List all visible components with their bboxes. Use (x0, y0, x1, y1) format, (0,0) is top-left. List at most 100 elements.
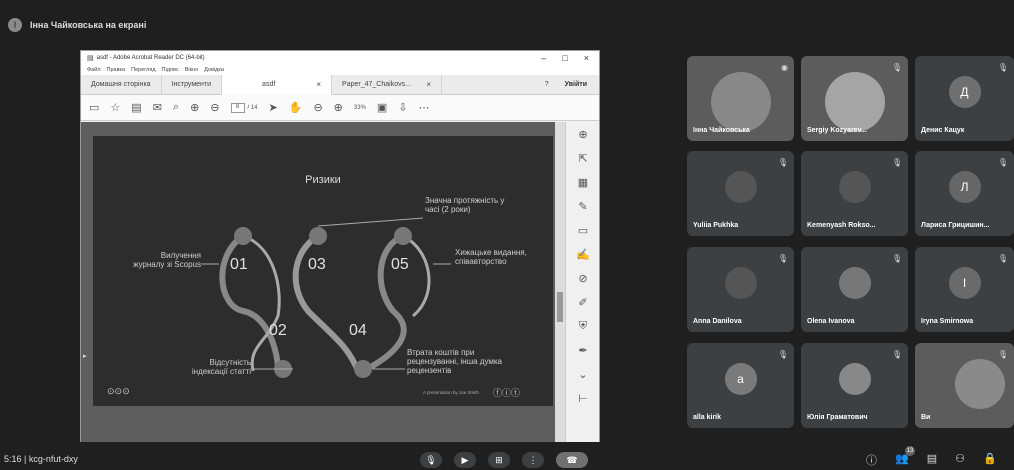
chat-icon[interactable]: ▤ (927, 452, 937, 468)
menu-help[interactable]: Довідка (204, 67, 224, 73)
presenter-avatar-icon: І (8, 18, 22, 32)
left-pane-arrow-icon[interactable]: ▸ (83, 352, 87, 360)
slide-nav-icon[interactable]: ⊙⊙⊙ (107, 386, 130, 397)
tab-asdf-label: asdf (262, 81, 276, 88)
page-indicator: 8 / 14 (230, 102, 258, 113)
zoom-icon[interactable]: ⊕ (566, 122, 600, 146)
participant-tile[interactable]: I 🎙 Iryna Smirnowa (915, 247, 1014, 332)
participant-avatar: I (948, 267, 981, 299)
minimize-icon[interactable]: – (541, 53, 546, 63)
edit-pdf-icon[interactable]: ✎ (566, 194, 600, 218)
mic-off-icon: 🎙 (891, 63, 902, 72)
tab-paper[interactable]: Paper_47_Chaikovs... × (332, 74, 443, 95)
participant-tile[interactable]: a 🎙 alla kirik (687, 343, 794, 428)
comment-icon[interactable]: ▭ (566, 218, 600, 242)
side-controls: ⓘ 👥 ▤ ⚇ 🔒 (866, 452, 997, 468)
participant-count-badge: 13 (905, 446, 915, 456)
mic-off-icon: 🎙 (777, 158, 788, 167)
tab-home[interactable]: Домашня сторінка (81, 74, 162, 95)
participant-tile[interactable]: Л 🎙 Лариса Грицишин... (915, 151, 1014, 236)
tab-asdf[interactable]: asdf × (222, 74, 333, 95)
camera-toggle-icon[interactable]: ▶ (454, 452, 476, 468)
mic-toggle-icon[interactable]: 🎙 (420, 452, 442, 468)
host-controls-icon[interactable]: 🔒 (983, 452, 997, 468)
zoom-select[interactable]: 33% (354, 105, 366, 111)
more-pane-icon[interactable]: ⊢ (566, 386, 600, 410)
mic-off-icon: 🎙 (891, 254, 902, 263)
maximize-icon[interactable]: □ (562, 53, 567, 63)
tools-pane: ⊕ ⇱ ▦ ✎ ▭ ✍ ⊘ ✐ ⛨ ✒ ⌄ ⊢ (565, 122, 599, 442)
hand-tool-icon[interactable]: ✋ (289, 101, 303, 114)
zoom-in-icon[interactable]: ⊕ (334, 101, 343, 114)
speaking-indicator-icon: ◉ (781, 63, 788, 72)
more-options-icon[interactable]: ⋮ (522, 452, 544, 468)
bookmark-star-icon[interactable]: ☆ (110, 101, 120, 114)
tab-paper-label: Paper_47_Chaikovs... (342, 81, 411, 88)
participant-avatar (724, 171, 757, 203)
print-icon[interactable]: ▤ (131, 101, 141, 114)
menu-file[interactable]: Файл (87, 67, 101, 73)
participant-video (710, 72, 771, 132)
tab-close-icon[interactable]: × (426, 80, 431, 89)
participant-tile[interactable]: 🎙 Olena Ivanova (801, 247, 908, 332)
search-icon[interactable]: ⌕ (173, 101, 179, 114)
compress-icon[interactable]: ⊘ (566, 266, 600, 290)
menu-window[interactable]: Вікно (185, 67, 198, 73)
item-number: 04 (349, 322, 367, 339)
activities-icon[interactable]: ⚇ (955, 452, 965, 468)
email-icon[interactable]: ✉ (153, 101, 162, 114)
participant-tile[interactable]: ◉ Інна Чайковська (687, 56, 794, 141)
participant-tile[interactable]: 🎙 Юлія Граматович (801, 343, 908, 428)
participant-tile[interactable]: 🎙 Yuliia Pukhka (687, 151, 794, 236)
protect-icon[interactable]: ⛨ (566, 314, 600, 338)
menu-edit[interactable]: Правка (107, 67, 126, 73)
more-tools-icon[interactable]: ⋯ (419, 101, 430, 114)
cursor-tool-icon[interactable]: ➤ (269, 101, 278, 114)
pen-icon[interactable]: ✐ (566, 290, 600, 314)
zoom-out-icon[interactable]: ⊖ (313, 101, 322, 114)
scroll-thumb[interactable] (557, 292, 563, 322)
participant-tile[interactable]: 🎙 Kemenyash Rokso... (801, 151, 908, 236)
page-number-field[interactable]: 8 (230, 102, 245, 113)
login-button[interactable]: Увійти (565, 81, 587, 88)
organize-pages-icon[interactable]: ▦ (566, 170, 600, 194)
participant-tile[interactable]: Д 🎙 Денис Кацук (915, 56, 1014, 141)
page-down-icon[interactable]: ⊖ (210, 101, 219, 114)
participant-name: Kemenyash Rokso... (807, 222, 876, 229)
self-view-tile[interactable]: 🎙 Ви (915, 343, 1014, 428)
close-icon[interactable]: × (584, 53, 589, 63)
menu-view[interactable]: Перегляд (131, 67, 155, 73)
fill-sign-icon[interactable]: ✍ (566, 242, 600, 266)
export-pdf-icon[interactable]: ⇱ (566, 146, 600, 170)
meeting-details-icon[interactable]: ⓘ (866, 452, 877, 468)
help-icon[interactable]: ? (545, 81, 549, 88)
reader-toolbar: ▭ ☆ ▤ ✉ ⌕ ⊕ ⊖ 8 / 14 ➤ ✋ ⊖ ⊕ 33% ▣ ⇩ ⋯ (81, 95, 599, 121)
participant-name: Інна Чайковська (693, 127, 750, 134)
item-01-marker (234, 227, 252, 245)
mic-off-icon: 🎙 (997, 63, 1008, 72)
present-screen-icon[interactable]: ⊞ (488, 452, 510, 468)
fit-page-icon[interactable]: ▣ (377, 101, 387, 114)
presenting-banner: І Інна Чайковська на екрані (0, 14, 1014, 36)
participant-name: Ви (921, 414, 931, 421)
leave-call-icon[interactable]: ☎ (556, 452, 588, 468)
save-icon[interactable]: ▭ (89, 101, 99, 114)
expand-icon[interactable]: ⌄ (566, 362, 600, 386)
tab-close-icon[interactable]: × (316, 80, 321, 89)
item-04-marker (354, 360, 372, 378)
participant-name: Olena Ivanova (807, 318, 855, 325)
menu-sign[interactable]: Підпис (162, 67, 179, 73)
page-up-icon[interactable]: ⊕ (190, 101, 199, 114)
participant-avatar: Л (948, 171, 981, 203)
participant-tile[interactable]: 🎙 Sergiy Kozyarev... (801, 56, 908, 141)
document-area: ▸ Ризики 01 02 03 04 05 Вилучення журнал… (81, 122, 555, 442)
signature-icon[interactable]: ✒ (566, 338, 600, 362)
mic-off-icon: 🎙 (997, 350, 1008, 359)
meeting-info: 5:16 | kcg-nfut-dxy (4, 454, 78, 464)
document-scrollbar[interactable] (555, 122, 565, 442)
scroll-mode-icon[interactable]: ⇩ (398, 101, 407, 114)
tab-tools[interactable]: Інструменти (162, 74, 223, 95)
participant-tile[interactable]: 🎙 Anna Danilova (687, 247, 794, 332)
mic-off-icon: 🎙 (891, 350, 902, 359)
self-video (954, 359, 1005, 409)
